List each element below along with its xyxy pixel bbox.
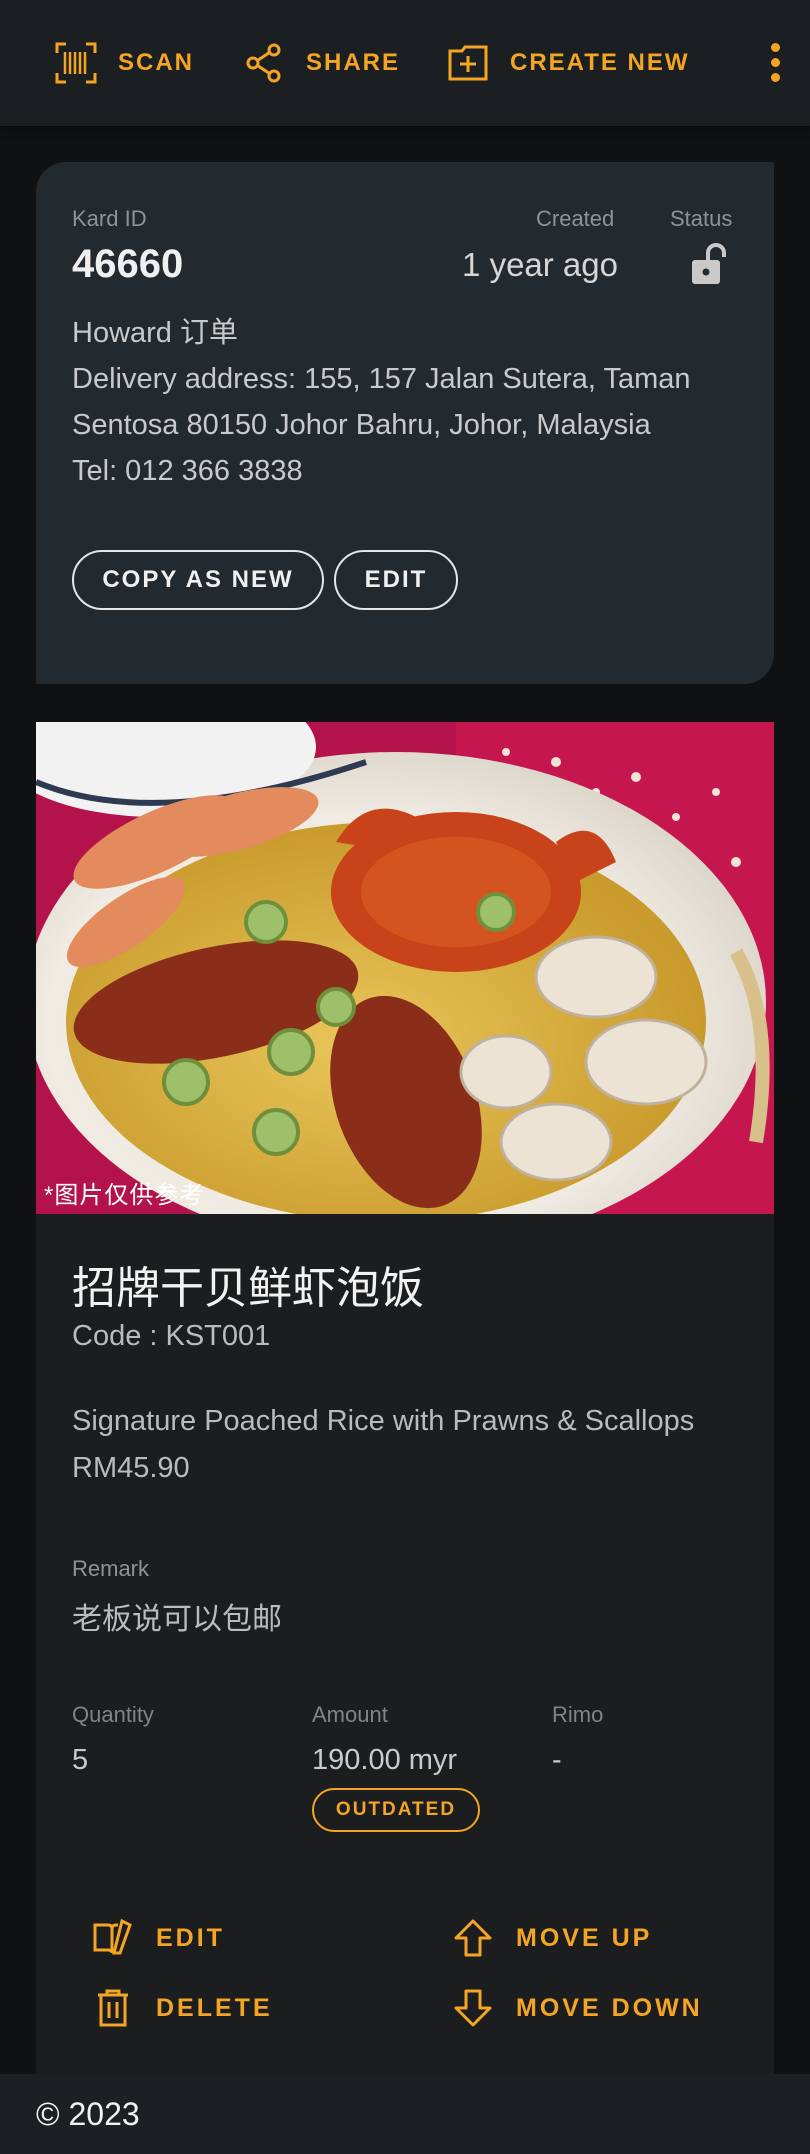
delete-item-button[interactable]: DELETE (92, 1978, 273, 2038)
copyright-text: © 2023 (36, 2096, 140, 2132)
dish-description: Signature Poached Rice with Prawns & Sca… (72, 1398, 752, 1492)
unlock-icon[interactable] (690, 242, 730, 288)
move-up-button[interactable]: MOVE UP (452, 1908, 652, 1968)
dish-price: RM45.90 (72, 1452, 190, 1484)
scan-label: SCAN (118, 49, 195, 76)
edit-item-label: EDIT (156, 1923, 225, 1952)
dish-code: Code : KST001 (72, 1320, 271, 1352)
status-label: Status (670, 206, 733, 231)
order-item-card: *图片仅供参考 招牌干贝鲜虾泡饭 Code : KST001 Signature… (36, 722, 774, 2074)
dish-name-english: Signature Poached Rice with Prawns & Sca… (72, 1405, 695, 1437)
dish-photo: *图片仅供参考 (36, 722, 774, 1214)
add-box-icon (448, 45, 488, 81)
image-caption: *图片仅供参考 (44, 1182, 205, 1209)
kard-details: Howard 订单 Delivery address: 155, 157 Jal… (72, 310, 752, 494)
share-button[interactable]: SHARE (242, 40, 400, 86)
scan-button[interactable]: SCAN (54, 40, 194, 86)
kard-id-label: Kard ID (72, 206, 147, 231)
kard-id-value: 46660 (72, 242, 184, 286)
barcode-scan-icon (55, 42, 97, 84)
book-edit-icon (93, 1918, 132, 1955)
edit-kard-button[interactable]: EDIT (334, 550, 458, 610)
amount-value: 190.00 myr (312, 1744, 458, 1776)
footer: © 2023 (0, 2074, 810, 2154)
rimo-label: Rimo (552, 1702, 604, 1727)
remark-value: 老板说可以包邮 (72, 1603, 282, 1636)
arrow-up-icon (454, 1919, 492, 1957)
customer-name: Howard 订单 (72, 317, 238, 349)
arrow-down-icon (454, 1989, 492, 2027)
move-down-label: MOVE DOWN (516, 1993, 703, 2022)
amount-label: Amount (312, 1702, 388, 1727)
edit-item-button[interactable]: EDIT (92, 1908, 225, 1968)
kard-info-card: Kard ID 46660 Created 1 year ago Status … (36, 162, 774, 684)
delete-item-label: DELETE (156, 1993, 273, 2022)
move-down-button[interactable]: MOVE DOWN (452, 1978, 703, 2038)
share-icon (246, 43, 281, 83)
top-app-bar: SCAN SHARE CREATE NEW (0, 0, 810, 126)
copy-as-new-button[interactable]: COPY AS NEW (72, 550, 324, 610)
trash-icon (98, 1989, 128, 2027)
share-label: SHARE (306, 49, 401, 76)
quantity-label: Quantity (72, 1702, 154, 1727)
dish-name-chinese: 招牌干贝鲜虾泡饭 (72, 1264, 424, 1313)
created-label: Created (536, 206, 615, 231)
create-new-label: CREATE NEW (510, 49, 690, 76)
create-new-button[interactable]: CREATE NEW (446, 40, 690, 86)
remark-label: Remark (72, 1556, 150, 1581)
telephone: Tel: 012 366 3838 (72, 455, 303, 487)
more-options-icon[interactable] (760, 38, 790, 88)
delivery-address: Delivery address: 155, 157 Jalan Sutera,… (72, 363, 691, 441)
quantity-value: 5 (72, 1744, 89, 1776)
move-up-label: MOVE UP (516, 1923, 653, 1952)
outdated-badge: OUTDATED (312, 1788, 480, 1832)
created-value: 1 year ago (462, 246, 618, 283)
rimo-value: - (552, 1744, 562, 1776)
